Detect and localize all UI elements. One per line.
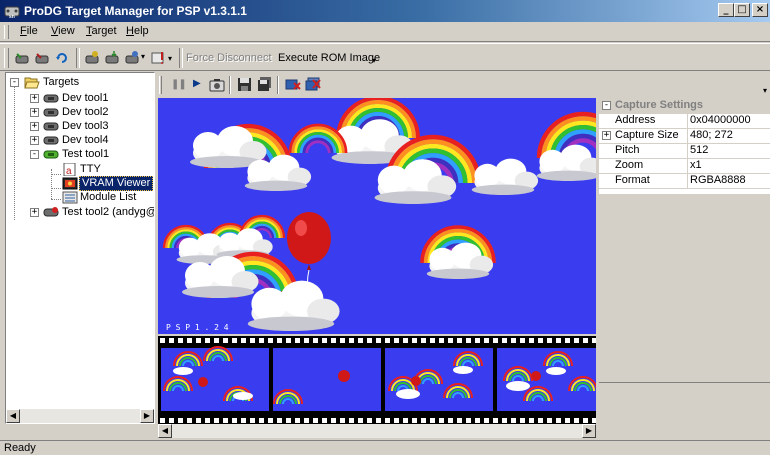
app-icon: sn — [4, 6, 20, 18]
status-bar: Ready — [0, 440, 770, 455]
dropdown-arrow-icon[interactable]: ▾ — [168, 54, 172, 63]
tree-item-dev-tool3[interactable]: + Dev tool3 — [6, 119, 154, 134]
panel-menu-arrow-icon[interactable]: ▾ — [763, 86, 767, 95]
svg-text:a: a — [66, 166, 72, 176]
capture-camera-icon[interactable] — [209, 78, 225, 92]
thumbnail-frame-3 — [385, 348, 493, 411]
execute-rom-button[interactable]: Execute ROM Image — [278, 52, 380, 64]
collapse-icon[interactable]: - — [30, 150, 39, 159]
target-options-icon[interactable] — [124, 50, 140, 66]
menu-file[interactable]: File — [20, 25, 38, 37]
scroll-right-icon[interactable]: ▶ — [582, 424, 596, 438]
capture-filmstrip[interactable] — [158, 336, 596, 424]
thumbnail-frame-4 — [497, 348, 596, 411]
menu-target[interactable]: Target — [86, 25, 117, 37]
toolbar-separator — [179, 48, 183, 68]
thumbnail-frame-1 — [161, 346, 269, 411]
property-category-header[interactable]: - Capture Settings — [599, 98, 770, 114]
filmstrip-frames — [158, 336, 596, 423]
toolbar-grip — [4, 48, 9, 68]
dropdown-arrow-icon[interactable]: ▾ — [141, 52, 145, 61]
run-icon[interactable] — [150, 50, 166, 66]
module-list-icon — [62, 191, 78, 204]
tree-item-tty[interactable]: a TTY — [6, 162, 154, 177]
save-all-icon[interactable] — [257, 77, 272, 92]
menu-help[interactable]: Help — [126, 25, 149, 37]
tree-item-dev-tool4[interactable]: + Dev tool4 — [6, 133, 154, 148]
devkit-icon — [43, 108, 59, 117]
play-icon[interactable]: ▶ — [193, 78, 201, 89]
delete-all-captures-icon[interactable] — [305, 77, 321, 92]
folder-open-icon — [24, 77, 40, 89]
tree-item-module-list[interactable]: Module List — [6, 190, 154, 205]
maximize-button[interactable]: □ — [734, 3, 750, 17]
scroll-right-icon[interactable]: ▶ — [140, 409, 154, 423]
expand-icon[interactable]: + — [30, 108, 39, 117]
testkit-connected-icon — [43, 150, 59, 159]
property-row-address[interactable]: Address 0x04000000 — [599, 113, 770, 129]
splitter[interactable] — [599, 382, 770, 383]
target-tree[interactable]: - Targets + Dev tool1 + Dev tool2 + Dev … — [5, 72, 155, 424]
status-text: Ready — [4, 442, 36, 454]
vram-overlay-text: P S P 1 . 2 4 — [166, 323, 229, 332]
expand-icon[interactable]: + — [30, 136, 39, 145]
load-target-icon[interactable] — [104, 50, 120, 66]
tty-icon: a — [63, 163, 76, 176]
devkit-icon — [43, 136, 59, 145]
vram-image-view[interactable]: P S P 1 . 2 4 — [158, 98, 596, 334]
collapse-icon[interactable]: - — [10, 78, 19, 87]
tree-item-dev-tool2[interactable]: + Dev tool2 — [6, 105, 154, 120]
vram-viewer-icon — [62, 177, 78, 190]
vram-scene-image: P S P 1 . 2 4 — [162, 98, 596, 332]
main-toolbar: ▾ ▾ Force Disconnect Execute ROM Image ▾ — [0, 43, 770, 71]
menu-grip — [4, 25, 9, 39]
devkit-icon — [43, 94, 59, 103]
tree-horizontal-scrollbar[interactable]: ◀ ▶ — [6, 409, 154, 423]
tree-item-test-tool2[interactable]: + Test tool2 (andyg@c — [6, 205, 154, 220]
minimize-button[interactable]: _ — [718, 3, 734, 17]
refresh-icon[interactable] — [54, 50, 70, 66]
pause-icon[interactable]: ❚❚ — [171, 79, 187, 90]
svg-text:sn: sn — [9, 14, 15, 18]
property-row-pitch[interactable]: Pitch 512 — [599, 143, 770, 159]
close-button[interactable]: × — [752, 3, 768, 17]
menu-view[interactable]: View — [51, 25, 75, 37]
viewer-horizontal-scrollbar[interactable]: ◀ ▶ — [158, 424, 596, 438]
expand-icon[interactable]: + — [30, 122, 39, 131]
delete-capture-icon[interactable] — [285, 77, 301, 92]
tree-item-test-tool1[interactable]: - Test tool1 — [6, 147, 154, 162]
force-disconnect-button[interactable]: Force Disconnect — [186, 52, 272, 64]
expand-icon[interactable]: + — [602, 131, 611, 140]
toolbar-separator — [229, 76, 231, 94]
toolbar-grip — [159, 76, 162, 94]
capture-settings-grid[interactable]: - Capture Settings Address 0x04000000 + … — [599, 98, 770, 194]
collapse-icon[interactable]: - — [602, 101, 611, 110]
menu-bar: File View Target Help — [0, 22, 770, 42]
expand-icon[interactable]: + — [30, 208, 39, 217]
devkit-icon — [43, 122, 59, 131]
connect-icon[interactable] — [14, 50, 30, 66]
scroll-left-icon[interactable]: ◀ — [158, 424, 172, 438]
dropdown-arrow-icon[interactable]: ▾ — [372, 56, 376, 65]
scroll-left-icon[interactable]: ◀ — [6, 409, 20, 423]
thumbnail-frame-2 — [273, 348, 381, 411]
expand-icon[interactable]: + — [30, 94, 39, 103]
property-row-format[interactable]: Format RGBA8888 — [599, 173, 770, 189]
toolbar-separator — [277, 76, 279, 94]
tree-item-vram-viewer[interactable]: VRAM Viewer — [6, 176, 154, 191]
window-title: ProDG Target Manager for PSP v1.3.1.1 — [24, 4, 247, 18]
viewer-toolbar: ❚❚ ▶ — [157, 72, 597, 98]
tree-root-targets[interactable]: - Targets — [6, 75, 154, 90]
property-row-zoom[interactable]: Zoom x1 — [599, 158, 770, 174]
save-icon[interactable] — [237, 77, 252, 92]
reset-target-icon[interactable] — [84, 50, 100, 66]
disconnect-icon[interactable] — [34, 50, 50, 66]
title-bar[interactable]: sn ProDG Target Manager for PSP v1.3.1.1… — [0, 0, 770, 22]
testkit-error-icon — [43, 207, 59, 217]
toolbar-separator — [76, 48, 80, 68]
property-row-capture-size[interactable]: + Capture Size 480; 272 — [599, 128, 770, 144]
tree-item-dev-tool1[interactable]: + Dev tool1 — [6, 91, 154, 106]
